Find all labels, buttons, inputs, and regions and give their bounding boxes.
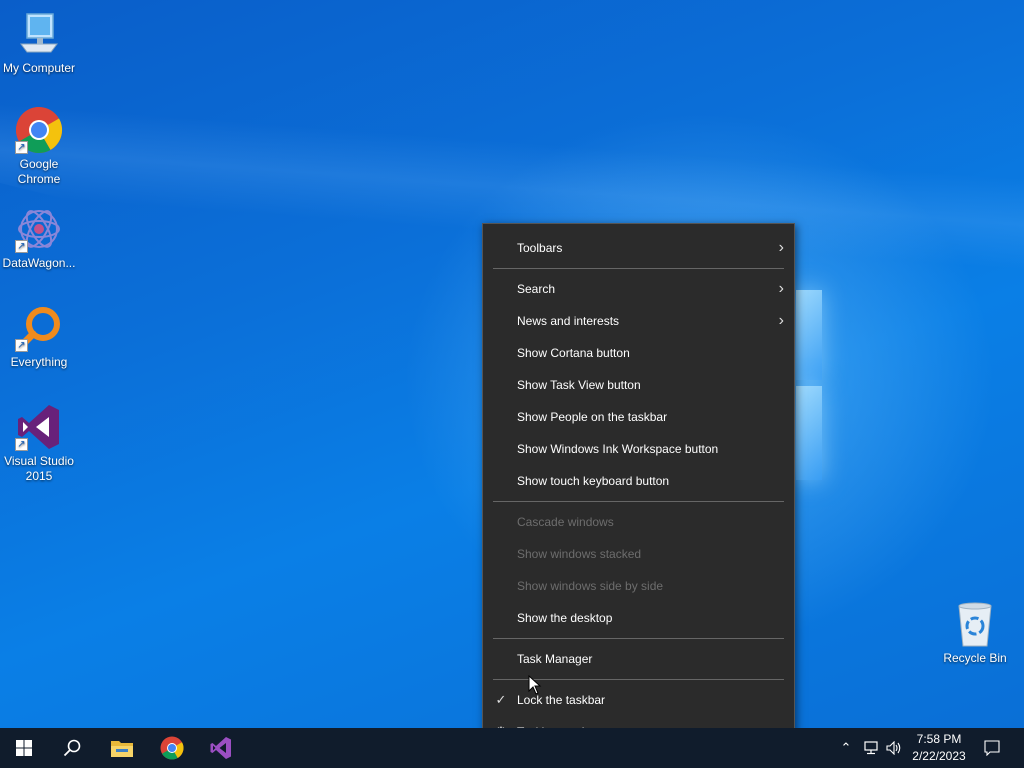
visual-studio-icon: ↗ (15, 403, 63, 451)
action-center-icon (984, 740, 1000, 756)
menu-item-label: Search (517, 282, 556, 296)
menu-separator (493, 638, 784, 639)
checkmark-icon: ✓ (495, 692, 507, 707)
shortcut-arrow-icon: ↗ (15, 438, 28, 451)
everything-icon: ↗ (15, 304, 63, 352)
file-explorer-icon (111, 741, 133, 757)
menu-item-label: Show the desktop (517, 611, 613, 625)
chrome-icon: ↗ (15, 106, 63, 154)
menu-item-label: Show Task View button (517, 378, 641, 392)
menu-item-show-task-view-button[interactable]: Show Task View button (483, 369, 794, 401)
menu-item-label: Show People on the taskbar (517, 410, 668, 424)
action-center-button[interactable] (978, 728, 1006, 768)
shortcut-arrow-icon: ↗ (15, 141, 28, 154)
menu-item-show-windows-stacked: Show windows stacked (483, 538, 794, 570)
menu-item-label: Task Manager (517, 652, 593, 666)
chevron-right-icon: › (778, 312, 784, 329)
file-explorer-button[interactable] (98, 728, 146, 768)
chevron-up-icon: ⌃ (840, 740, 852, 755)
desktop-icon-label: DataWagon... (2, 256, 76, 270)
desktop-icon-label: My Computer (2, 61, 76, 75)
desktop-icon-label: Recycle Bin (943, 651, 1007, 665)
visual-studio-icon (210, 737, 231, 759)
menu-item-task-manager[interactable]: Task Manager (483, 643, 794, 675)
menu-item-label: Cascade windows (517, 515, 614, 529)
visual-studio-taskbar-button[interactable] (197, 728, 245, 768)
desktop-icon-visual-studio[interactable]: ↗ Visual Studio 2015 (0, 403, 78, 484)
menu-item-show-cortana-button[interactable]: Show Cortana button (483, 337, 794, 369)
volume-button[interactable] (884, 728, 904, 768)
chrome-taskbar-button[interactable] (148, 728, 196, 768)
menu-item-label: Show windows side by side (517, 579, 664, 593)
menu-item-news-and-interests[interactable]: News and interests › (483, 305, 794, 337)
network-icon (864, 741, 878, 755)
shortcut-arrow-icon: ↗ (15, 240, 28, 253)
search-icon (63, 739, 81, 757)
menu-item-cascade-windows: Cascade windows (483, 506, 794, 538)
menu-item-label: Show Windows Ink Workspace button (517, 442, 719, 456)
mouse-cursor-icon (528, 674, 542, 700)
menu-item-label: Show touch keyboard button (517, 474, 670, 488)
wallpaper-logo-pane (796, 386, 822, 480)
menu-item-show-the-desktop[interactable]: Show the desktop (483, 602, 794, 634)
start-icon (16, 740, 32, 756)
desktop-icon-my-computer[interactable]: My Computer (0, 10, 78, 76)
clock-time: 7:58 PM (916, 732, 962, 746)
menu-item-label: Show windows stacked (517, 547, 642, 561)
taskbar[interactable]: ⌃ 7:58 PM 2/22/2023 (0, 728, 1024, 768)
clock[interactable]: 7:58 PM 2/22/2023 (906, 731, 972, 765)
desktop-icon-label: Google Chrome (17, 157, 61, 186)
recycle-bin-icon (951, 600, 999, 648)
menu-item-search[interactable]: Search › (483, 273, 794, 305)
datawagon-icon: ↗ (15, 205, 63, 253)
desktop-icon-label: Visual Studio 2015 (4, 454, 74, 483)
menu-item-show-touch-keyboard[interactable]: Show touch keyboard button (483, 465, 794, 497)
start-button[interactable] (0, 728, 48, 768)
menu-item-label: Show Cortana button (517, 346, 630, 360)
menu-item-label: News and interests (517, 314, 620, 328)
desktop-icon-label: Everything (10, 355, 68, 369)
clock-date: 2/22/2023 (912, 749, 966, 763)
desktop-icon-everything[interactable]: ↗ Everything (0, 304, 78, 370)
chevron-right-icon: › (778, 239, 784, 256)
menu-item-show-windows-side-by-side: Show windows side by side (483, 570, 794, 602)
desktop-icon-google-chrome[interactable]: ↗ Google Chrome (0, 106, 78, 187)
menu-item-show-windows-ink[interactable]: Show Windows Ink Workspace button (483, 433, 794, 465)
menu-item-label: Toolbars (517, 241, 563, 255)
menu-item-show-people[interactable]: Show People on the taskbar (483, 401, 794, 433)
desktop-icon-datawagon[interactable]: ↗ DataWagon... (0, 205, 78, 271)
show-hidden-icons-button[interactable]: ⌃ (836, 728, 856, 768)
search-button[interactable] (48, 728, 96, 768)
wallpaper-logo-pane (796, 290, 822, 380)
menu-separator (493, 501, 784, 502)
shortcut-arrow-icon: ↗ (15, 339, 28, 352)
desktop-icon-recycle-bin[interactable]: Recycle Bin (936, 600, 1014, 666)
chrome-icon (160, 736, 184, 760)
menu-item-toolbars[interactable]: Toolbars › (483, 232, 794, 264)
menu-separator (493, 268, 784, 269)
volume-icon (886, 741, 901, 755)
chevron-right-icon: › (778, 280, 784, 297)
network-button[interactable] (860, 728, 882, 768)
computer-icon (15, 10, 63, 58)
